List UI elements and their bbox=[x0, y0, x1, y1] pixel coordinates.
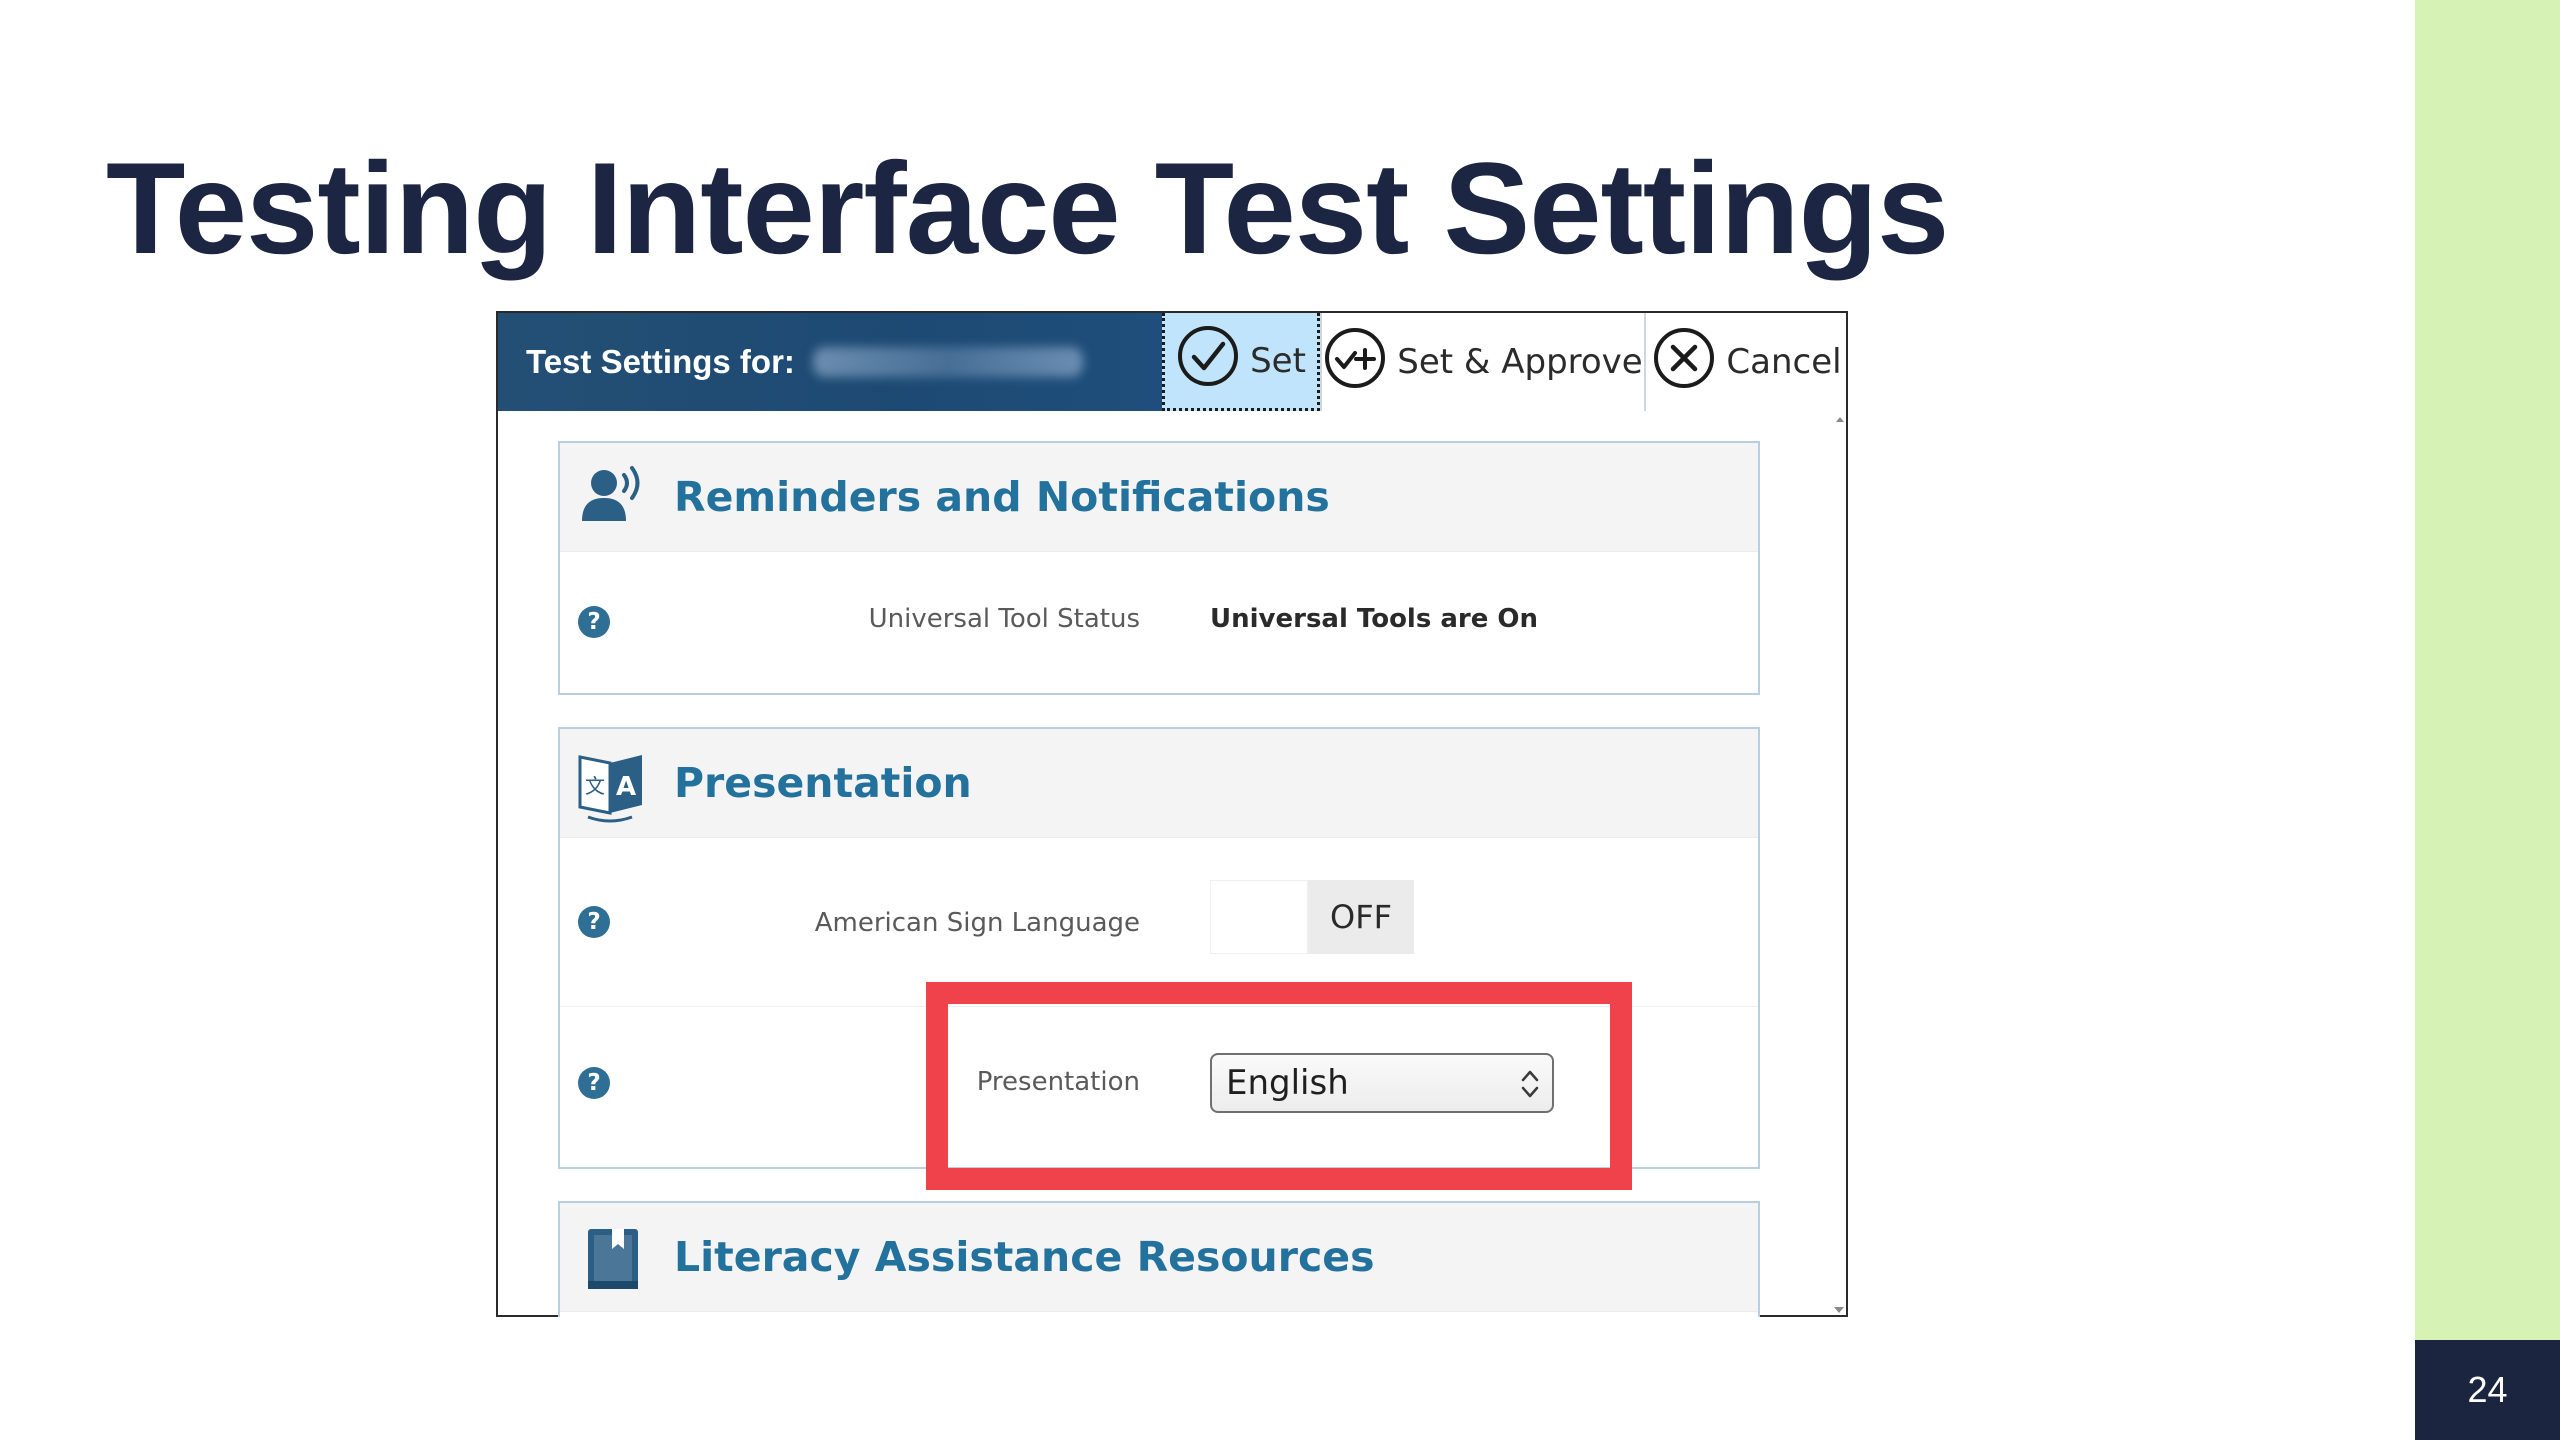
presentation-card: 文 A Presentation ? American Sign Languag… bbox=[558, 727, 1760, 1169]
universal-tool-status-value: Universal Tools are On bbox=[1210, 604, 1539, 634]
presentation-row: ? Presentation English bbox=[560, 1006, 1758, 1163]
book-icon bbox=[572, 1217, 652, 1297]
universal-tool-status-label: Universal Tool Status bbox=[868, 604, 1140, 634]
toggle-knob bbox=[1210, 880, 1308, 954]
literacy-card: Literacy Assistance Resources bbox=[558, 1201, 1760, 1317]
presentation-select[interactable]: English bbox=[1210, 1053, 1554, 1113]
page-number: 24 bbox=[2415, 1340, 2560, 1440]
presentation-label: Presentation bbox=[976, 1067, 1140, 1097]
svg-text:A: A bbox=[616, 772, 636, 802]
decorative-side-bar bbox=[2415, 0, 2560, 1340]
literacy-title: Literacy Assistance Resources bbox=[674, 1233, 1375, 1281]
cards-layer: Reminders and Notifications ? Universal … bbox=[496, 311, 1848, 1317]
presentation-header[interactable]: 文 A Presentation bbox=[560, 729, 1758, 838]
presentation-select-value: English bbox=[1226, 1063, 1349, 1103]
universal-tool-status-row: ? Universal Tool Status Universal Tools … bbox=[560, 552, 1758, 692]
translate-icon: 文 A bbox=[572, 743, 652, 823]
reminders-card: Reminders and Notifications ? Universal … bbox=[558, 441, 1760, 695]
help-icon[interactable]: ? bbox=[578, 906, 610, 938]
asl-label: American Sign Language bbox=[814, 908, 1140, 938]
asl-toggle-state: OFF bbox=[1308, 880, 1414, 954]
scroll-down-arrow-icon[interactable] bbox=[1834, 1307, 1844, 1313]
presentation-title: Presentation bbox=[674, 759, 972, 807]
reminders-header[interactable]: Reminders and Notifications bbox=[560, 443, 1758, 552]
slide-title: Testing Interface Test Settings bbox=[106, 135, 1949, 281]
updown-chevron-icon bbox=[1521, 1070, 1539, 1098]
help-icon[interactable]: ? bbox=[578, 606, 610, 638]
reminders-title: Reminders and Notifications bbox=[674, 473, 1330, 521]
asl-row: ? American Sign Language OFF bbox=[560, 838, 1758, 1006]
help-icon[interactable]: ? bbox=[578, 1067, 610, 1099]
svg-text:文: 文 bbox=[585, 774, 605, 798]
literacy-header[interactable]: Literacy Assistance Resources bbox=[560, 1203, 1758, 1312]
person-speaking-icon bbox=[572, 457, 652, 537]
asl-toggle[interactable]: OFF bbox=[1210, 880, 1414, 954]
